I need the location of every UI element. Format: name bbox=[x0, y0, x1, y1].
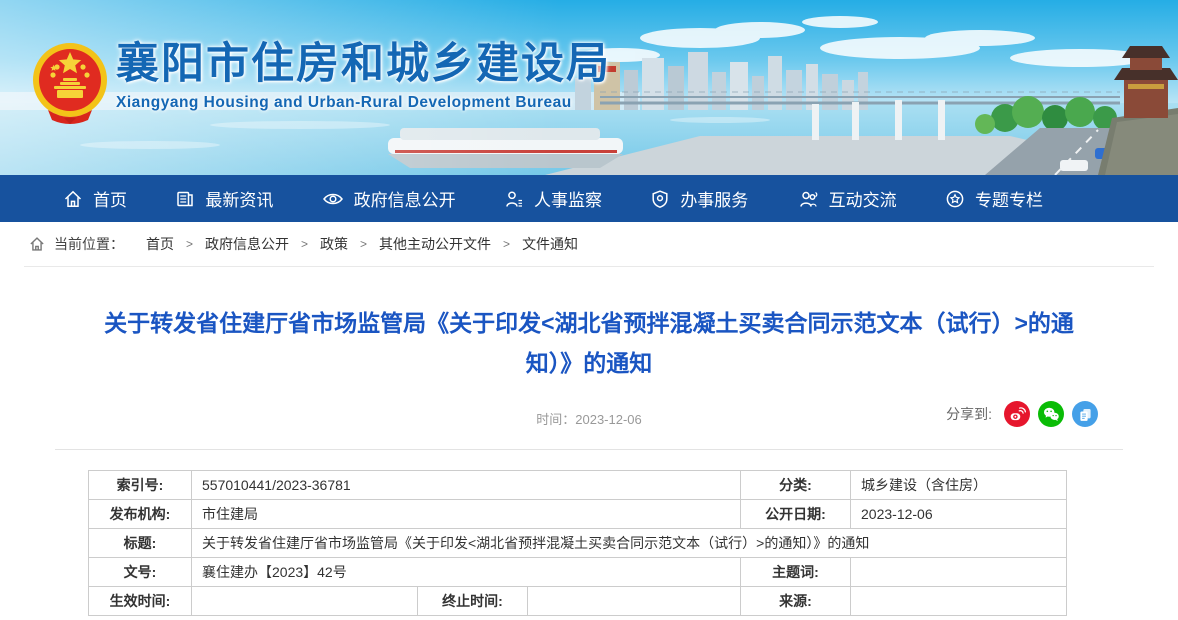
breadcrumb-item-gov-info[interactable]: 政府信息公开 bbox=[205, 234, 289, 254]
star-circle-icon bbox=[944, 188, 966, 210]
breadcrumb-separator: > bbox=[186, 237, 193, 251]
eye-icon bbox=[321, 188, 345, 210]
breadcrumb-item-notices[interactable]: 文件通知 bbox=[522, 234, 578, 254]
table-row: 生效时间: 终止时间: 来源: bbox=[89, 587, 1067, 616]
home-icon bbox=[62, 188, 84, 210]
nav-label: 专题专栏 bbox=[975, 186, 1043, 211]
header-banner: 襄阳市住房和城乡建设局 Xiangyang Housing and Urban-… bbox=[0, 0, 1178, 175]
document-info-table: 索引号: 557010441/2023-36781 分类: 城乡建设（含住房） … bbox=[88, 470, 1067, 616]
doc-number-value: 襄住建办【2023】42号 bbox=[192, 558, 741, 587]
source-value bbox=[851, 587, 1067, 616]
breadcrumb-separator: > bbox=[301, 237, 308, 251]
nav-label: 办事服务 bbox=[680, 186, 748, 211]
time-value: 2023-12-06 bbox=[575, 412, 642, 427]
nav-label: 最新资讯 bbox=[205, 186, 273, 211]
site-subtitle: Xiangyang Housing and Urban-Rural Develo… bbox=[116, 94, 611, 112]
article-title: 关于转发省住建厅省市场监管局《关于印发<湖北省预拌混凝土买卖合同示范文本（试行）… bbox=[94, 303, 1084, 383]
table-row: 标题: 关于转发省住建厅省市场监管局《关于印发<湖北省预拌混凝土买卖合同示范文本… bbox=[89, 529, 1067, 558]
breadcrumb-label: 当前位置： bbox=[54, 234, 124, 254]
effective-date-value bbox=[192, 587, 418, 616]
keywords-value bbox=[851, 558, 1067, 587]
breadcrumb-divider bbox=[24, 266, 1154, 267]
category-value: 城乡建设（含住房） bbox=[851, 471, 1067, 500]
table-row: 发布机构: 市住建局 公开日期: 2023-12-06 bbox=[89, 500, 1067, 529]
nav-label: 政府信息公开 bbox=[354, 186, 456, 211]
nav-label: 人事监察 bbox=[534, 186, 602, 211]
site-logo-link[interactable]: 襄阳市住房和城乡建设局 Xiangyang Housing and Urban-… bbox=[30, 40, 611, 124]
national-emblem-icon bbox=[30, 40, 110, 124]
nav-item-services[interactable]: 办事服务 bbox=[649, 186, 748, 211]
nav-item-personnel[interactable]: 人事监察 bbox=[503, 186, 602, 211]
effective-date-label: 生效时间: bbox=[89, 587, 192, 616]
issuing-agency-label: 发布机构: bbox=[89, 500, 192, 529]
source-label: 来源: bbox=[741, 587, 851, 616]
table-row: 文号: 襄住建办【2023】42号 主题词: bbox=[89, 558, 1067, 587]
person-roster-icon bbox=[503, 188, 525, 210]
breadcrumb-item-policy[interactable]: 政策 bbox=[320, 234, 348, 254]
doc-number-label: 文号: bbox=[89, 558, 192, 587]
keywords-label: 主题词: bbox=[741, 558, 851, 587]
end-date-value bbox=[528, 587, 741, 616]
breadcrumb-separator: > bbox=[360, 237, 367, 251]
index-number-value: 557010441/2023-36781 bbox=[192, 471, 741, 500]
table-row: 索引号: 557010441/2023-36781 分类: 城乡建设（含住房） bbox=[89, 471, 1067, 500]
share-label: 分享到: bbox=[946, 404, 992, 424]
weibo-share-icon[interactable] bbox=[1004, 401, 1030, 427]
category-label: 分类: bbox=[741, 471, 851, 500]
content-divider bbox=[55, 449, 1123, 450]
nav-item-news[interactable]: 最新资讯 bbox=[174, 186, 273, 211]
share-bar: 分享到: bbox=[946, 401, 1098, 427]
index-number-label: 索引号: bbox=[89, 471, 192, 500]
issuing-agency-value: 市住建局 bbox=[192, 500, 741, 529]
breadcrumb-separator: > bbox=[503, 237, 510, 251]
people-chat-icon bbox=[796, 188, 820, 210]
wechat-share-icon[interactable] bbox=[1038, 401, 1064, 427]
breadcrumb-item-other-docs[interactable]: 其他主动公开文件 bbox=[379, 234, 491, 254]
breadcrumb: 当前位置： 首页 > 政府信息公开 > 政策 > 其他主动公开文件 > 文件通知 bbox=[0, 222, 1178, 266]
nav-label: 互动交流 bbox=[829, 186, 897, 211]
publish-date-label: 公开日期: bbox=[741, 500, 851, 529]
nav-label: 首页 bbox=[93, 186, 127, 211]
end-date-label: 终止时间: bbox=[418, 587, 528, 616]
doc-title-value: 关于转发省住建厅省市场监管局《关于印发<湖北省预拌混凝土买卖合同示范文本（试行）… bbox=[192, 529, 1067, 558]
time-label: 时间： bbox=[536, 412, 575, 427]
nav-item-special-topics[interactable]: 专题专栏 bbox=[944, 186, 1043, 211]
nav-item-interaction[interactable]: 互动交流 bbox=[796, 186, 897, 211]
copy-share-icon[interactable] bbox=[1072, 401, 1098, 427]
article-meta: 时间：2023-12-06 分享到: bbox=[0, 399, 1178, 439]
publish-date-value: 2023-12-06 bbox=[851, 500, 1067, 529]
site-title: 襄阳市住房和城乡建设局 bbox=[116, 40, 611, 88]
doc-title-label: 标题: bbox=[89, 529, 192, 558]
breadcrumb-home-icon bbox=[28, 235, 46, 253]
main-nav: 首页 最新资讯 政府信息公开 人事监察 办事服务 互动交流 bbox=[0, 175, 1178, 222]
nav-item-home[interactable]: 首页 bbox=[62, 186, 127, 211]
breadcrumb-item-home[interactable]: 首页 bbox=[146, 234, 174, 254]
shield-icon bbox=[649, 188, 671, 210]
news-icon bbox=[174, 188, 196, 210]
nav-item-gov-info[interactable]: 政府信息公开 bbox=[321, 186, 456, 211]
